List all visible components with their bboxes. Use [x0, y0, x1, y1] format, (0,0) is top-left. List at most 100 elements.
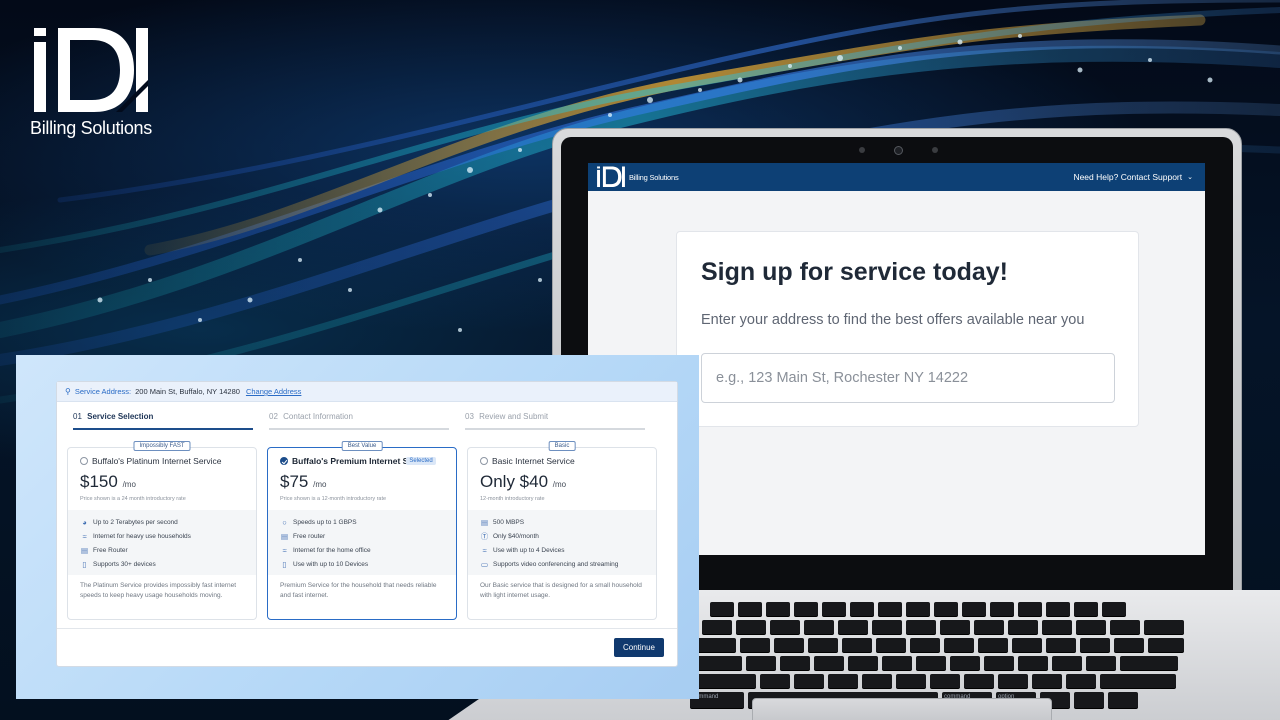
- continue-button[interactable]: Continue: [614, 638, 664, 657]
- plan-card-premium[interactable]: Best Value Buffalo's Premium Internet S …: [267, 441, 457, 620]
- key: [1074, 692, 1104, 708]
- plan-feature: ▯ Supports 30+ devices: [80, 557, 244, 571]
- key: [1018, 656, 1048, 670]
- map-pin-icon: ⚲: [65, 387, 71, 396]
- key: [1102, 602, 1126, 616]
- key: [822, 602, 846, 616]
- key: [1086, 656, 1116, 670]
- idi-logo-mark: [34, 28, 148, 112]
- plan-feature-text: Up to 2 Terabytes per second: [93, 518, 178, 526]
- contact-support-menu[interactable]: Need Help? Contact Support ⌄: [1073, 172, 1193, 182]
- key: [1074, 602, 1098, 616]
- plan-features: ▤ 500 MBPS Ⓣ Only $40/month ≈ Use with up t…: [468, 510, 656, 575]
- key: [1144, 620, 1184, 634]
- key: [1046, 602, 1070, 616]
- plan-card-platinum[interactable]: Impossibly FAST Buffalo's Platinum Inter…: [67, 441, 257, 620]
- step-contact-information[interactable]: 02 Contact Information: [269, 412, 449, 430]
- plan-feature-text: Supports 30+ devices: [93, 560, 156, 568]
- key: [740, 638, 770, 652]
- key: [906, 620, 936, 634]
- key: [848, 656, 878, 670]
- step-label: Service Selection: [87, 412, 154, 421]
- gauge-icon: ◕: [82, 517, 87, 527]
- site-logo[interactable]: Billing Solutions: [596, 166, 679, 188]
- key: [1008, 620, 1038, 634]
- key: [690, 674, 756, 688]
- service-selection-panel: ⚲ Service Address: 200 Main St, Buffalo,…: [56, 381, 678, 667]
- plan-features: ◕ Up to 2 Terabytes per second ≈ Internet …: [68, 510, 256, 575]
- key: [794, 602, 818, 616]
- plan-price-note: Price shown is a 24 month introductory r…: [80, 496, 186, 502]
- address-search-input[interactable]: e.g., 123 Main St, Rochester NY 14222: [701, 353, 1115, 403]
- plan-name: Buffalo's Premium Internet S: [292, 456, 409, 466]
- plan-features: ○ Speeds up to 1 GBPS ▤ Free router ≈ Inter…: [268, 510, 456, 575]
- router-icon: ▤: [280, 531, 289, 541]
- logo-text: Billing Solutions: [30, 118, 152, 138]
- plan-feature: ≈ Internet for heavy use households: [80, 529, 244, 543]
- key: [814, 656, 844, 670]
- key: [770, 620, 800, 634]
- key: [910, 638, 940, 652]
- device-icon: ▯: [82, 559, 87, 569]
- key: [906, 602, 930, 616]
- key: [1110, 620, 1140, 634]
- plan-card-basic[interactable]: Basic Basic Internet Service Only $40 /m…: [467, 441, 657, 620]
- key: [882, 656, 912, 670]
- step-label: Review and Submit: [479, 412, 549, 421]
- plan-price-period: /mo: [313, 480, 327, 489]
- step-review-and-submit[interactable]: 03 Review and Submit: [465, 412, 645, 430]
- plan-price-period: /mo: [552, 480, 567, 489]
- idi-logo: Billing Solutions: [30, 26, 152, 139]
- plan-feature-text: Free router: [293, 532, 326, 540]
- plan-price-note: Price shown is a 12-month introductory r…: [280, 496, 387, 502]
- plan-cards: Impossibly FAST Buffalo's Platinum Inter…: [57, 441, 677, 620]
- selected-badge: Selected: [406, 457, 436, 465]
- key: [850, 602, 874, 616]
- key: [990, 602, 1014, 616]
- step-label: Contact Information: [283, 412, 353, 421]
- key: [934, 602, 958, 616]
- plan-feature-text: Speeds up to 1 GBPS: [293, 518, 357, 526]
- plan-feature: ◕ Up to 2 Terabytes per second: [80, 515, 244, 529]
- sensor-dot: [859, 147, 865, 153]
- key: [1148, 638, 1184, 652]
- plan-feature-text: Internet for the home office: [293, 546, 371, 554]
- address-placeholder: e.g., 123 Main St, Rochester NY 14222: [716, 370, 969, 386]
- plan-feature: ▤ Free router: [280, 529, 444, 543]
- key: [736, 620, 766, 634]
- key: [916, 656, 946, 670]
- key: [766, 602, 790, 616]
- key: [944, 638, 974, 652]
- key: [710, 602, 734, 616]
- key: [1120, 656, 1178, 670]
- trackpad: [752, 698, 1052, 720]
- key: [1012, 638, 1042, 652]
- service-address-label: Service Address:: [74, 387, 132, 396]
- key: [876, 638, 906, 652]
- plan-feature-text: 500 MBPS: [493, 518, 525, 526]
- key: [1066, 674, 1096, 688]
- plan-radio[interactable]: [80, 457, 88, 465]
- plan-description: Our Basic service that is designed for a…: [480, 582, 642, 599]
- change-address-link[interactable]: Change Address: [246, 387, 301, 396]
- idi-logo-mark-small: [597, 166, 625, 188]
- key: [1046, 638, 1076, 652]
- key: [842, 638, 872, 652]
- plan-price: $75 /mo: [268, 466, 456, 492]
- service-address-bar: ⚲ Service Address: 200 Main St, Buffalo,…: [57, 382, 677, 402]
- plan-name: Basic Internet Service: [492, 456, 575, 466]
- plan-feature: ≈ Internet for the home office: [280, 543, 444, 557]
- plan-radio-checked[interactable]: [280, 457, 288, 465]
- step-service-selection[interactable]: 01 Service Selection: [73, 412, 253, 430]
- site-logo-text: Billing Solutions: [629, 172, 679, 182]
- key: [1018, 602, 1042, 616]
- key: [984, 656, 1014, 670]
- key: [872, 620, 902, 634]
- key: [896, 674, 926, 688]
- step-number: 03: [465, 412, 474, 421]
- plan-radio[interactable]: [480, 457, 488, 465]
- device-icon: ▯: [282, 559, 287, 569]
- sensor-dot: [932, 147, 938, 153]
- key: [1080, 638, 1110, 652]
- plan-name: Buffalo's Platinum Internet Service: [92, 456, 222, 466]
